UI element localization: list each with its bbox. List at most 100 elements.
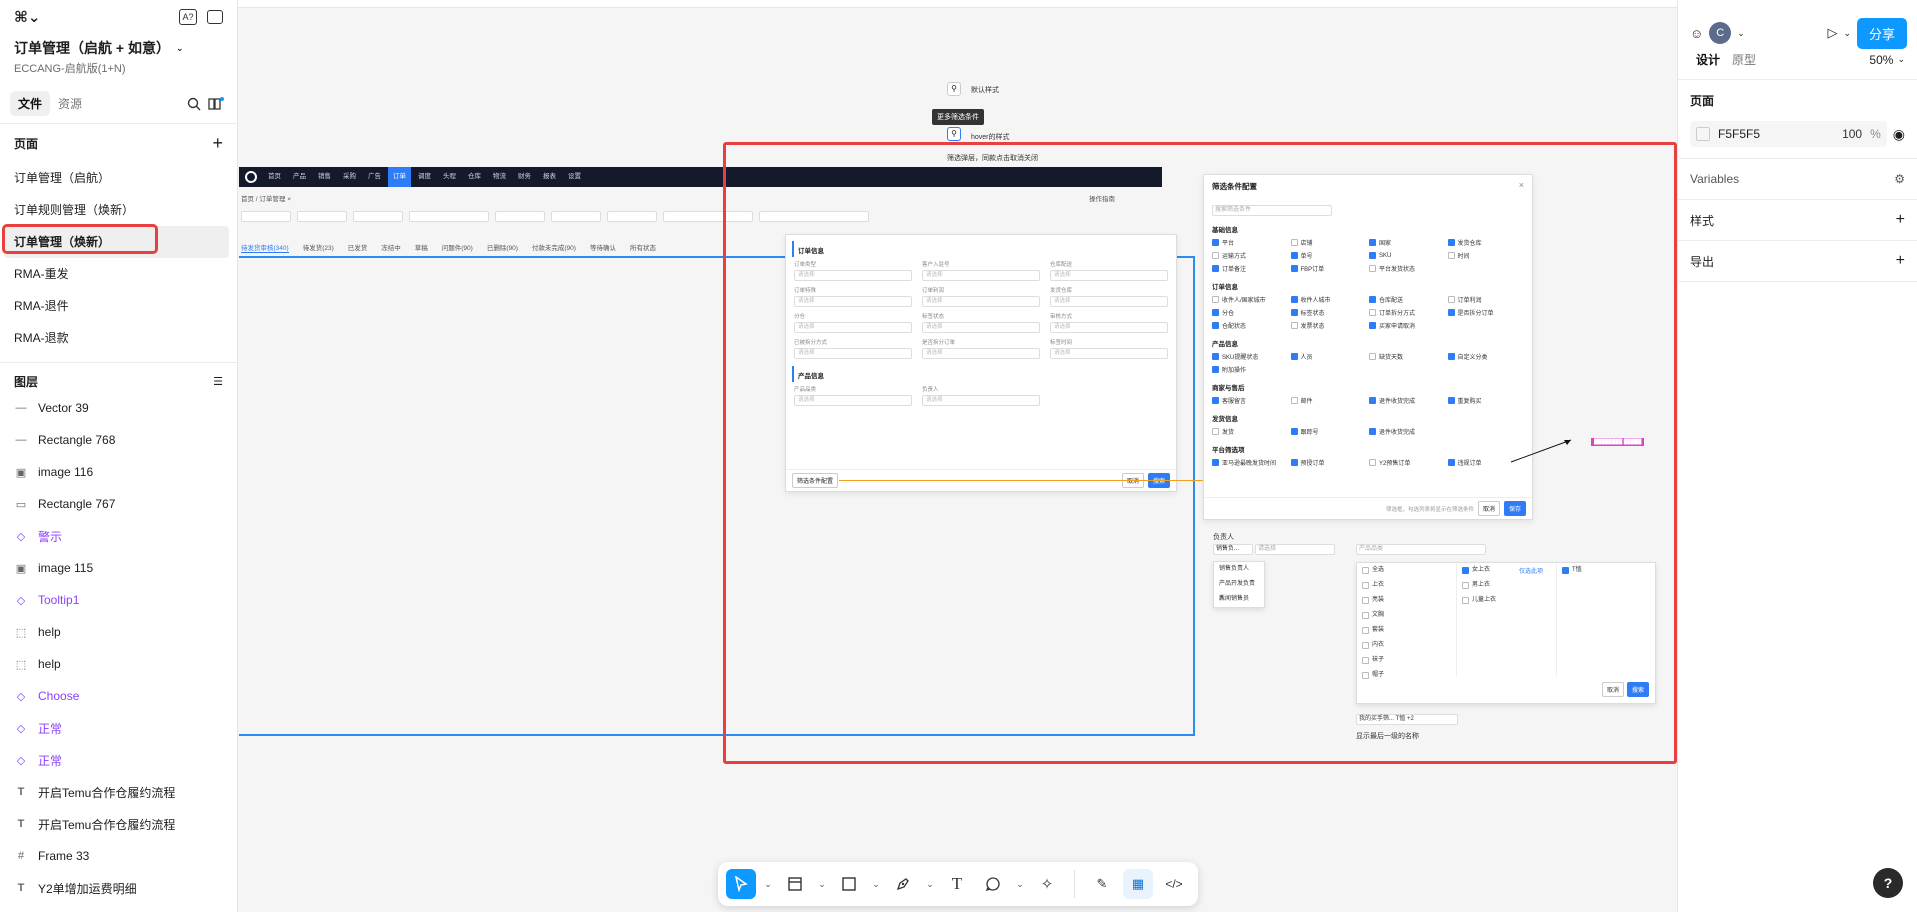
layer-item[interactable]: ◇ 警示 — [0, 520, 237, 552]
chevron-down-icon[interactable]: ⌄ — [1897, 54, 1905, 65]
nav-item[interactable]: 仓库 — [463, 167, 486, 187]
play-icon[interactable]: ▷ — [1827, 25, 1837, 41]
layer-item[interactable]: ◇ Tooltip1 — [0, 584, 237, 616]
status-tab[interactable]: 已删除(90) — [487, 242, 518, 252]
figma-logo-icon[interactable]: ⌘⌄ — [14, 8, 40, 26]
layer-item[interactable]: — Vector 39 — [0, 392, 237, 424]
ai-icon[interactable]: A? — [179, 9, 197, 25]
nav-item[interactable]: 调度 — [413, 167, 436, 187]
observer-icon[interactable]: ☺ — [1690, 26, 1703, 41]
nav-item[interactable]: 采购 — [338, 167, 361, 187]
page-item[interactable]: 订单规则管理（焕新） — [0, 194, 237, 226]
tab-file[interactable]: 文件 — [10, 91, 51, 116]
nav-item[interactable]: 销售 — [313, 167, 336, 187]
library-icon[interactable] — [205, 93, 227, 115]
variables-icon[interactable]: ⚙ — [1894, 172, 1905, 186]
chevron-down-icon[interactable]: ⌄ — [924, 869, 936, 899]
page-item-current[interactable]: 订单管理（焕新） — [2, 224, 229, 258]
nav-item[interactable]: 产品 — [288, 167, 311, 187]
layer-item[interactable]: ▣ image 115 — [0, 552, 237, 584]
text-tool-icon[interactable]: T — [942, 869, 972, 899]
status-tab[interactable]: 等待确认 — [590, 242, 616, 252]
page-item[interactable]: RMA-退款 — [0, 322, 237, 354]
layer-item[interactable]: T 开启Temu合作仓履约流程 — [0, 808, 237, 840]
page-item[interactable]: 订单管理（启航） — [0, 162, 237, 194]
breadcrumb[interactable]: 首页 / 订单管理 × — [241, 193, 291, 203]
filter-icon-default[interactable]: ⚲ — [947, 82, 961, 96]
add-page-icon[interactable]: + — [212, 133, 223, 154]
page-item[interactable]: RMA-退件 — [0, 290, 237, 322]
export-header[interactable]: 导出 + — [1690, 241, 1905, 281]
page-item[interactable]: RMA-重发 — [0, 258, 237, 290]
frame-tool-icon[interactable] — [780, 869, 810, 899]
chevron-down-icon[interactable]: ⌄ — [1843, 28, 1851, 39]
nav-item[interactable]: 设置 — [563, 167, 586, 187]
styles-header[interactable]: 样式 + — [1690, 200, 1905, 240]
filter-field[interactable] — [297, 210, 347, 222]
filter-field[interactable] — [409, 210, 489, 222]
draw-mode-icon[interactable]: ✎ — [1087, 869, 1117, 899]
layer-item[interactable]: ⬚ help — [0, 648, 237, 680]
layer-item[interactable]: ⬚ help — [0, 616, 237, 648]
layer-item[interactable]: ◇ 正常 — [0, 744, 237, 776]
comment-tool-icon[interactable] — [978, 869, 1008, 899]
search-icon[interactable] — [183, 93, 205, 115]
status-tab[interactable]: 所有状态 — [630, 242, 656, 252]
move-tool-icon[interactable] — [726, 869, 756, 899]
variables-header[interactable]: Variables ⚙ — [1690, 159, 1905, 199]
layer-item[interactable]: ◇ 正常 — [0, 712, 237, 744]
eye-icon[interactable]: ◉ — [1893, 126, 1905, 143]
filter-field[interactable] — [607, 210, 657, 222]
tab-prototype[interactable]: 原型 — [1726, 47, 1762, 72]
status-tab[interactable]: 待发货审核(340) — [241, 242, 289, 253]
nav-item[interactable]: 物流 — [488, 167, 511, 187]
filter-field[interactable] — [495, 210, 545, 222]
status-tab[interactable]: 问题件(90) — [442, 242, 473, 252]
status-tab[interactable]: 付款未完成(90) — [532, 242, 576, 252]
chevron-down-icon[interactable]: ⌄ — [762, 869, 774, 899]
status-tab[interactable]: 待发货(23) — [303, 242, 334, 252]
layer-item[interactable]: ▣ image 116 — [0, 456, 237, 488]
filter-field[interactable] — [241, 210, 291, 222]
design-mode-icon[interactable]: ▦ — [1123, 869, 1153, 899]
tab-design[interactable]: 设计 — [1690, 47, 1726, 72]
nav-item[interactable]: 报表 — [538, 167, 561, 187]
filter-field[interactable] — [353, 210, 403, 222]
dev-mode-icon[interactable]: </> — [1159, 869, 1189, 899]
sidebar-toggle-icon[interactable] — [207, 10, 223, 24]
fill-input[interactable]: F5F5F5 100 % — [1690, 121, 1887, 147]
collapse-layers-icon[interactable]: ☰ — [213, 375, 223, 388]
add-export-icon[interactable]: + — [1896, 252, 1905, 270]
help-button[interactable]: ? — [1873, 868, 1903, 898]
shape-tool-icon[interactable] — [834, 869, 864, 899]
fill-hex[interactable]: F5F5F5 — [1718, 127, 1834, 141]
status-tab[interactable]: 冻结中 — [381, 242, 401, 252]
chevron-down-icon[interactable]: ⌄ — [1014, 869, 1026, 899]
fill-swatch[interactable] — [1696, 127, 1710, 141]
file-title[interactable]: 订单管理（启航 + 如意） ⌄ — [0, 34, 237, 58]
add-style-icon[interactable]: + — [1896, 211, 1905, 229]
actions-tool-icon[interactable]: ✧ — [1032, 869, 1062, 899]
layer-item[interactable]: — Rectangle 768 — [0, 424, 237, 456]
share-button[interactable]: 分享 — [1856, 17, 1907, 49]
nav-item[interactable]: 财务 — [513, 167, 536, 187]
nav-item[interactable]: 头程 — [438, 167, 461, 187]
zoom-level[interactable]: 50% — [1869, 53, 1893, 67]
chevron-down-icon[interactable]: ⌄ — [870, 869, 882, 899]
nav-item[interactable]: 首页 — [263, 167, 286, 187]
filter-field[interactable] — [551, 210, 601, 222]
nav-item[interactable]: 订单 — [388, 167, 411, 187]
chevron-down-icon[interactable]: ⌄ — [816, 869, 828, 899]
filter-icon-hover[interactable]: ⚲ — [947, 127, 961, 141]
layer-item[interactable]: T 开启Temu合作仓履约流程 — [0, 776, 237, 808]
layer-item[interactable]: T Y2单增加运费明细 — [0, 872, 237, 904]
pen-tool-icon[interactable] — [888, 869, 918, 899]
layer-item[interactable]: ◇ Choose — [0, 680, 237, 712]
status-tab[interactable]: 已发货 — [348, 242, 368, 252]
tab-assets[interactable]: 资源 — [50, 91, 90, 116]
layer-item[interactable]: ▭ Rectangle 767 — [0, 488, 237, 520]
fill-opacity[interactable]: 100 — [1842, 127, 1862, 141]
design-canvas[interactable]: ⚲ 默认样式 更多筛选条件 ⚲ hover的样式 筛选弹层，同款点击取消关闭 首… — [239, 8, 1677, 912]
layer-item[interactable]: # Frame 33 — [0, 840, 237, 872]
chevron-down-icon[interactable]: ⌄ — [1737, 28, 1745, 39]
